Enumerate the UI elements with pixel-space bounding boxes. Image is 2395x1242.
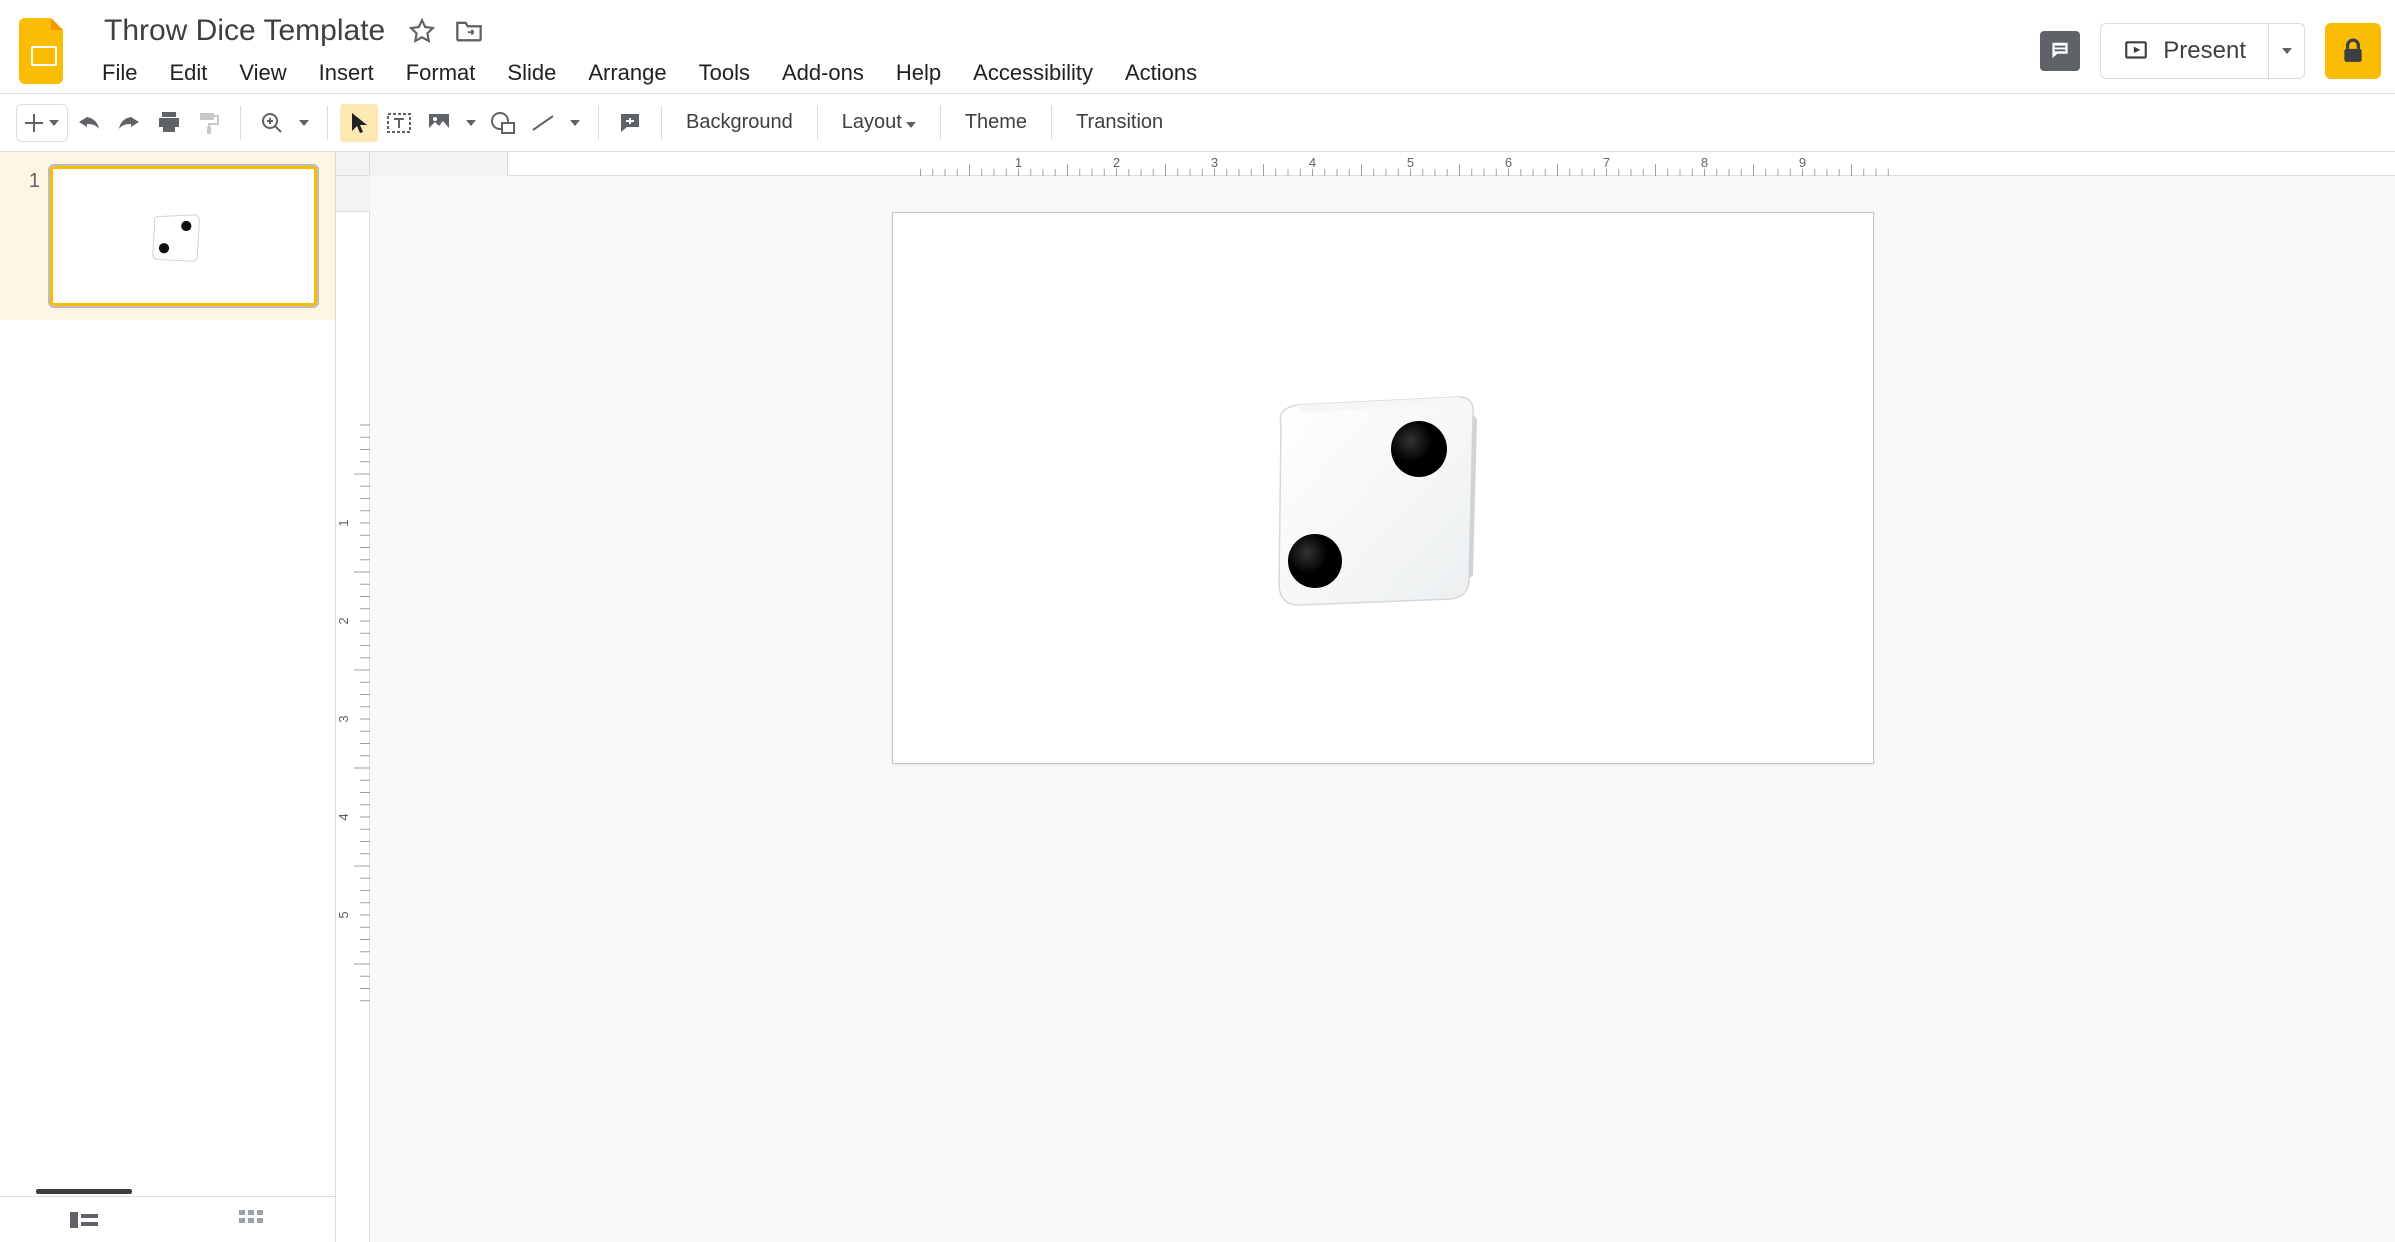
image-tool[interactable] [420,104,458,142]
image-dropdown[interactable] [460,104,482,142]
work-area: 1 1 2 [0,152,2395,1242]
present-button-group: Present [2100,23,2305,79]
add-comment-icon [618,111,642,135]
line-dropdown[interactable] [564,104,586,142]
menu-bar: File Edit View Insert Format Slide Arran… [100,56,2040,90]
zoom-button[interactable] [253,104,291,142]
filmstrip-view-icon [70,1210,98,1230]
cursor-icon [349,111,369,135]
canvas-area: 1 2 3 4 5 6 7 8 9 1 2 3 4 5 [336,152,2395,1242]
svg-text:2: 2 [336,617,351,624]
svg-text:1: 1 [336,519,351,526]
svg-text:3: 3 [1211,155,1218,170]
svg-text:2: 2 [1113,155,1120,170]
filmstrip-view-button[interactable] [0,1210,168,1230]
print-icon [157,112,181,134]
new-slide-button[interactable] [16,104,68,142]
menu-file[interactable]: File [100,56,139,90]
toolbar: Background Layout Theme Transition [0,94,2395,152]
undo-icon [77,113,101,133]
layout-button[interactable]: Layout [830,111,928,134]
redo-icon [117,113,141,133]
theme-button[interactable]: Theme [953,111,1039,134]
filmstrip-scroll-indicator [36,1189,132,1194]
svg-text:4: 4 [336,813,351,820]
present-icon [2123,38,2149,64]
svg-text:1: 1 [1015,155,1022,170]
grid-view-button[interactable] [168,1210,336,1230]
paint-roller-icon [198,111,220,135]
share-lock-button[interactable] [2325,23,2381,79]
slide-thumbnail-1[interactable]: 1 [0,152,335,320]
slide-thumbnail-canvas [50,166,317,306]
vertical-ruler[interactable]: 1 2 3 4 5 [336,176,370,1242]
app-header: Throw Dice Template File Edit View Inser… [0,0,2395,94]
textbox-icon [386,111,412,135]
ruler-corner [336,152,370,176]
textbox-tool[interactable] [380,104,418,142]
document-title[interactable]: Throw Dice Template [100,12,389,50]
svg-text:5: 5 [1407,155,1414,170]
menu-slide[interactable]: Slide [505,56,558,90]
shape-icon [490,111,516,135]
comment-icon [2047,38,2073,64]
star-icon[interactable] [409,18,435,44]
slide-canvas-scroll[interactable] [370,176,2395,1242]
dice-image[interactable] [1263,393,1483,613]
slide-number: 1 [14,166,40,306]
plus-icon [25,114,43,132]
chevron-down-icon [2282,48,2292,54]
svg-text:4: 4 [1309,155,1316,170]
menu-arrange[interactable]: Arrange [586,56,668,90]
comments-button[interactable] [2040,31,2080,71]
svg-text:3: 3 [336,715,351,722]
add-comment-button[interactable] [611,104,649,142]
move-to-folder-icon[interactable] [455,19,483,43]
zoom-dropdown[interactable] [293,104,315,142]
svg-text:7: 7 [1603,155,1610,170]
grid-view-icon [239,1210,263,1230]
line-icon [530,113,556,133]
menu-addons[interactable]: Add-ons [780,56,866,90]
chevron-down-icon [299,120,309,126]
line-tool[interactable] [524,104,562,142]
menu-help[interactable]: Help [894,56,943,90]
slide-canvas[interactable] [892,212,1874,764]
shape-tool[interactable] [484,104,522,142]
present-button[interactable]: Present [2101,24,2268,78]
filmstrip-view-switcher [0,1196,335,1242]
menu-edit[interactable]: Edit [167,56,209,90]
select-tool[interactable] [340,104,378,142]
layout-label: Layout [842,111,902,133]
svg-text:6: 6 [1505,155,1512,170]
zoom-icon [261,112,283,134]
chevron-down-icon [49,120,59,126]
chevron-down-icon [570,120,580,126]
transition-button[interactable]: Transition [1064,111,1175,134]
paint-format-button [190,104,228,142]
svg-text:8: 8 [1701,155,1708,170]
undo-button[interactable] [70,104,108,142]
horizontal-ruler[interactable]: 1 2 3 4 5 6 7 8 9 [370,152,2395,176]
menu-accessibility[interactable]: Accessibility [971,56,1095,90]
print-button[interactable] [150,104,188,142]
filmstrip: 1 [0,152,336,1242]
present-label: Present [2163,37,2246,65]
menu-view[interactable]: View [237,56,288,90]
dice-thumbnail-icon [149,213,205,265]
chevron-down-icon [466,120,476,126]
image-icon [427,112,451,134]
menu-format[interactable]: Format [404,56,478,90]
chevron-down-icon [906,122,916,128]
svg-text:9: 9 [1799,155,1806,170]
svg-text:5: 5 [336,911,351,918]
lock-icon [2342,38,2364,64]
background-button[interactable]: Background [674,111,805,134]
menu-insert[interactable]: Insert [317,56,376,90]
present-dropdown[interactable] [2268,24,2304,78]
slides-app-icon[interactable] [14,11,74,91]
menu-actions[interactable]: Actions [1123,56,1199,90]
menu-tools[interactable]: Tools [697,56,752,90]
redo-button[interactable] [110,104,148,142]
